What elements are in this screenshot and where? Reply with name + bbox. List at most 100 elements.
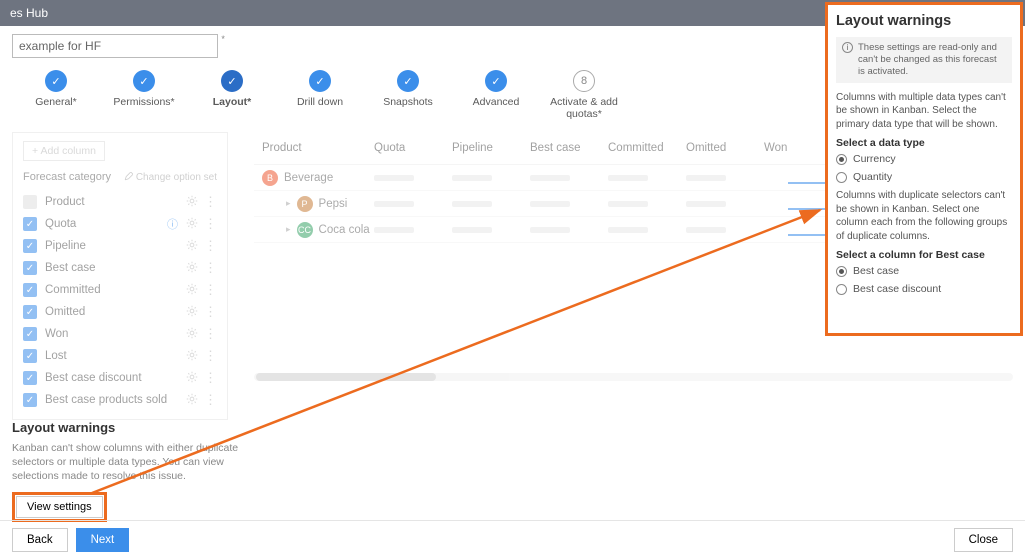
more-icon[interactable]: ⋮ bbox=[204, 351, 217, 361]
gear-icon[interactable] bbox=[186, 349, 198, 364]
more-icon[interactable]: ⋮ bbox=[204, 329, 217, 339]
panel-paragraph-2: Columns with duplicate selectors can't b… bbox=[836, 189, 1012, 243]
panel-paragraph-1: Columns with multiple data types can't b… bbox=[836, 91, 1012, 132]
step-advanced[interactable]: ✓Advanced bbox=[452, 70, 540, 120]
add-column-button[interactable]: + Add column bbox=[23, 141, 105, 161]
more-icon[interactable]: ⋮ bbox=[204, 197, 217, 207]
layout-warnings-section: Layout warnings Kanban can't show column… bbox=[12, 420, 242, 522]
radio-icon[interactable] bbox=[836, 266, 847, 277]
view-settings-button[interactable]: View settings bbox=[16, 496, 103, 518]
column-name: Pipeline bbox=[45, 240, 186, 252]
radio-label: Quantity bbox=[853, 171, 892, 183]
gear-icon[interactable] bbox=[186, 283, 198, 298]
step-drill-down[interactable]: ✓Drill down bbox=[276, 70, 364, 120]
more-icon[interactable]: ⋮ bbox=[204, 373, 217, 383]
step-dot: ✓ bbox=[485, 70, 507, 92]
placeholder-value bbox=[452, 175, 492, 181]
checkbox-icon[interactable]: ✓ bbox=[23, 217, 37, 231]
radio-icon[interactable] bbox=[836, 154, 847, 165]
step-dot: ✓ bbox=[45, 70, 67, 92]
column-row[interactable]: Product ⋮ bbox=[23, 191, 217, 213]
gear-icon[interactable] bbox=[186, 305, 198, 320]
column-row[interactable]: ✓Lost⋮ bbox=[23, 345, 217, 367]
close-button[interactable]: Close bbox=[954, 528, 1013, 552]
step-dot: ✓ bbox=[309, 70, 331, 92]
step-dot: 8 bbox=[573, 70, 595, 92]
column-name: Omitted bbox=[45, 306, 186, 318]
column-name: Product bbox=[45, 196, 186, 208]
placeholder-value bbox=[530, 201, 570, 207]
checkbox-icon[interactable] bbox=[23, 195, 37, 209]
column-row[interactable]: ✓Best case⋮ bbox=[23, 257, 217, 279]
placeholder-value bbox=[608, 201, 648, 207]
horizontal-scrollbar[interactable] bbox=[254, 373, 1013, 381]
column-name: Committed bbox=[45, 284, 186, 296]
more-icon[interactable]: ⋮ bbox=[204, 263, 217, 273]
forecast-title-input[interactable] bbox=[12, 34, 218, 58]
row-avatar: P bbox=[297, 196, 313, 212]
change-option-set-link[interactable]: Change option set bbox=[124, 172, 217, 183]
column-row[interactable]: ✓Won⋮ bbox=[23, 323, 217, 345]
radio-option[interactable]: Quantity bbox=[836, 171, 1012, 183]
chevron-right-icon[interactable]: ▸ bbox=[286, 198, 291, 209]
columns-list: Product⋮✓Quotaⓘ⋮✓Pipeline⋮✓Best case⋮✓Co… bbox=[23, 191, 217, 411]
checkbox-icon[interactable]: ✓ bbox=[23, 239, 37, 253]
back-button[interactable]: Back bbox=[12, 528, 68, 552]
column-row[interactable]: ✓ Omitted ⋮ bbox=[23, 301, 217, 323]
gear-icon[interactable] bbox=[186, 195, 198, 210]
checkbox-icon[interactable]: ✓ bbox=[23, 283, 37, 297]
more-icon[interactable]: ⋮ bbox=[204, 307, 217, 317]
gear-icon[interactable] bbox=[186, 327, 198, 342]
checkbox-icon[interactable]: ✓ bbox=[23, 393, 37, 407]
column-row[interactable]: ✓ Pipeline ⋮ bbox=[23, 235, 217, 257]
app-title: es Hub bbox=[10, 6, 967, 20]
info-icon: i bbox=[842, 42, 853, 53]
step-layout-[interactable]: ✓Layout* bbox=[188, 70, 276, 120]
step-activate-add-quotas-[interactable]: 8 Activate & add quotas* bbox=[540, 70, 628, 120]
placeholder-value bbox=[374, 175, 414, 181]
placeholder-value bbox=[452, 201, 492, 207]
gear-icon[interactable] bbox=[186, 261, 198, 276]
column-row[interactable]: ✓Best case products sold⋮ bbox=[23, 389, 217, 411]
step-label: Activate & add quotas* bbox=[540, 96, 628, 120]
radio-option[interactable]: Currency bbox=[836, 153, 1012, 165]
column-header: Best case bbox=[530, 142, 608, 154]
placeholder-value bbox=[374, 201, 414, 207]
checkbox-icon[interactable]: ✓ bbox=[23, 261, 37, 275]
step-general-[interactable]: ✓General* bbox=[12, 70, 100, 120]
placeholder-value bbox=[686, 227, 726, 233]
checkbox-icon[interactable]: ✓ bbox=[23, 371, 37, 385]
more-icon[interactable]: ⋮ bbox=[204, 219, 217, 229]
option-set-row: Forecast category Change option set bbox=[23, 171, 217, 183]
radio-icon[interactable] bbox=[836, 284, 847, 295]
column-row[interactable]: ✓ Committed ⋮ bbox=[23, 279, 217, 301]
checkbox-icon[interactable]: ✓ bbox=[23, 349, 37, 363]
radio-option[interactable]: Best case discount bbox=[836, 283, 1012, 295]
step-permissions-[interactable]: ✓Permissions* bbox=[100, 70, 188, 120]
column-header: Pipeline bbox=[452, 142, 530, 154]
checkbox-icon[interactable]: ✓ bbox=[23, 305, 37, 319]
gear-icon[interactable] bbox=[186, 217, 198, 232]
gear-icon[interactable] bbox=[186, 239, 198, 254]
scrollbar-thumb[interactable] bbox=[256, 373, 436, 381]
column-row[interactable]: ✓Best case discount⋮ bbox=[23, 367, 217, 389]
columns-config-panel: + Add column Forecast category Change op… bbox=[12, 132, 228, 420]
placeholder-value bbox=[530, 227, 570, 233]
radio-option[interactable]: Best case bbox=[836, 265, 1012, 277]
more-icon[interactable]: ⋮ bbox=[204, 285, 217, 295]
row-avatar: B bbox=[262, 170, 278, 186]
next-button[interactable]: Next bbox=[76, 528, 130, 552]
gear-icon[interactable] bbox=[186, 393, 198, 408]
placeholder-value bbox=[530, 175, 570, 181]
column-header: Committed bbox=[608, 142, 686, 154]
column-row[interactable]: ✓Quotaⓘ⋮ bbox=[23, 213, 217, 235]
radio-icon[interactable] bbox=[836, 172, 847, 183]
gear-icon[interactable] bbox=[186, 371, 198, 386]
chevron-right-icon[interactable]: ▸ bbox=[286, 224, 291, 235]
more-icon[interactable]: ⋮ bbox=[204, 241, 217, 251]
column-label: Select a column for Best case bbox=[836, 249, 1012, 261]
more-icon[interactable]: ⋮ bbox=[204, 395, 217, 405]
step-snapshots[interactable]: ✓Snapshots bbox=[364, 70, 452, 120]
checkbox-icon[interactable]: ✓ bbox=[23, 327, 37, 341]
info-icon[interactable]: ⓘ bbox=[167, 216, 178, 232]
